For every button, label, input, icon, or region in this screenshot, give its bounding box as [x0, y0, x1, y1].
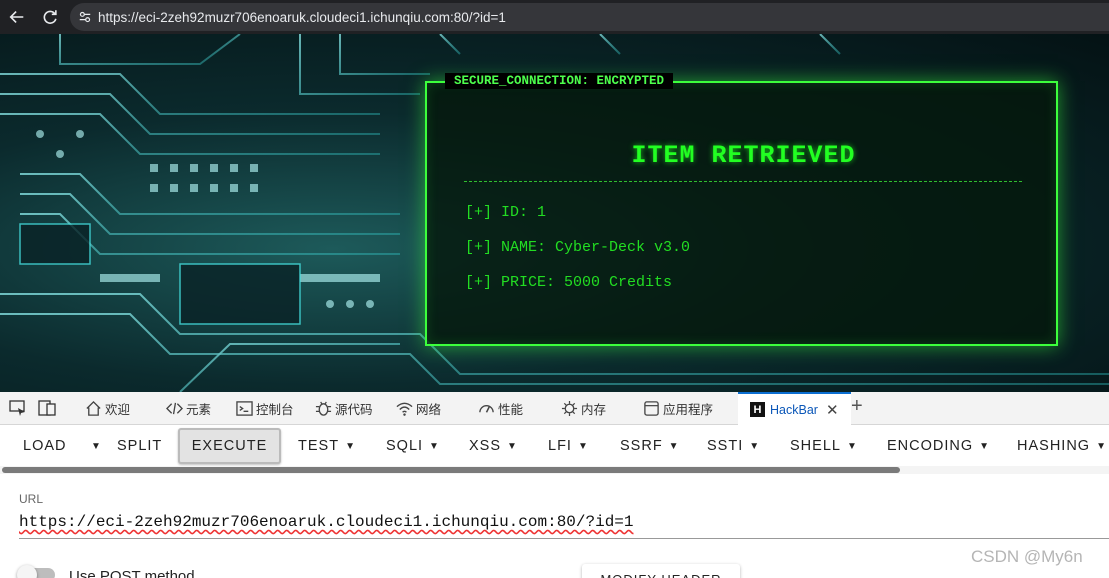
ssti-label: SSTI: [707, 438, 744, 454]
chevron-down-icon: ▼: [507, 440, 518, 452]
code-icon: [166, 402, 183, 415]
item-price-line: [+] PRICE: 5000 Credits: [465, 274, 673, 291]
gauge-icon: [479, 405, 494, 413]
chevron-down-icon: ▼: [979, 440, 991, 452]
tab-welcome[interactable]: 欢迎: [85, 392, 130, 425]
ssrf-label: SSRF: [620, 438, 663, 454]
add-tab-icon[interactable]: +: [851, 395, 863, 418]
xss-label: XSS: [469, 438, 502, 454]
load-dropdown-caret-icon[interactable]: ▼: [85, 428, 102, 464]
item-terminal-panel: SECURE_CONNECTION: ENCRYPTED ITEM RETRIE…: [425, 73, 1058, 346]
csdn-watermark: CSDN @My6n: [971, 547, 1083, 566]
tab-label: 应用程序: [663, 403, 714, 417]
lfi-label: LFI: [548, 438, 572, 454]
ssti-menu-button[interactable]: SSTI ▼: [707, 428, 760, 464]
tab-performance[interactable]: 性能: [478, 392, 523, 425]
chevron-down-icon: ▼: [1096, 440, 1107, 452]
chevron-down-icon: ▼: [668, 440, 680, 452]
application-icon: [644, 401, 659, 416]
tab-application[interactable]: 应用程序: [643, 392, 713, 425]
hashing-label: HASHING: [1017, 438, 1091, 454]
address-bar-url: https://eci-2zeh92muzr706enoaruk.cloudec…: [98, 9, 506, 25]
encoding-label: ENCODING: [887, 438, 974, 454]
page-content: SECURE_CONNECTION: ENCRYPTED ITEM RETRIE…: [0, 34, 1109, 392]
modify-header-button[interactable]: MODIFY HEADER: [582, 564, 740, 578]
tab-label: 网络: [416, 403, 442, 417]
xss-menu-button[interactable]: XSS ▼: [469, 428, 518, 464]
tab-label: 控制台: [256, 403, 294, 417]
browser-toolbar: https://eci-2zeh92muzr706enoaruk.cloudec…: [0, 0, 1109, 34]
devtools-tab-strip: 欢迎 元素 控制台 源代码 网络 性能 内存 应用程序 H HackBar ✕ …: [0, 392, 1109, 425]
url-input-underline: [19, 538, 1109, 539]
chevron-down-icon: ▼: [429, 440, 440, 452]
tab-label: 内存: [581, 403, 607, 417]
address-bar[interactable]: https://eci-2zeh92muzr706enoaruk.cloudec…: [70, 3, 1109, 31]
chevron-down-icon: ▼: [577, 440, 589, 452]
toggle-knob: [17, 565, 37, 578]
url-input[interactable]: https://eci-2zeh92muzr706enoaruk.cloudec…: [19, 513, 634, 531]
item-retrieved-title: ITEM RETRIEVED: [631, 141, 856, 170]
close-tab-icon[interactable]: ✕: [826, 401, 839, 419]
use-post-toggle[interactable]: [17, 565, 55, 578]
tab-network[interactable]: 网络: [396, 392, 441, 425]
tab-memory[interactable]: 内存: [561, 392, 606, 425]
hackbar-toolbar: LOAD ▼ SPLIT EXECUTE TEST ▼ SQLI ▼ XSS ▼ LF…: [0, 426, 1109, 466]
chevron-down-icon: ▼: [749, 440, 761, 452]
lfi-menu-button[interactable]: LFI ▼: [548, 428, 589, 464]
item-name-line: [+] NAME: Cyber-Deck v3.0: [465, 239, 691, 256]
item-id-line: [+] ID: 1: [465, 204, 547, 221]
shell-menu-button[interactable]: SHELL ▼: [790, 428, 858, 464]
tab-console[interactable]: 控制台: [236, 392, 294, 425]
wifi-icon: [396, 402, 413, 416]
tab-label: 源代码: [335, 403, 373, 417]
test-menu-button[interactable]: TEST ▼: [298, 428, 356, 464]
sqli-label: SQLI: [386, 438, 424, 454]
load-button[interactable]: LOAD: [23, 428, 67, 464]
secure-connection-tag: SECURE_CONNECTION: ENCRYPTED: [445, 73, 674, 89]
shell-label: SHELL: [790, 438, 841, 454]
tab-elements[interactable]: 元素: [166, 392, 211, 425]
memory-icon: [561, 400, 578, 417]
inspect-element-icon[interactable]: [9, 400, 27, 416]
site-info-icon[interactable]: [78, 10, 92, 24]
encoding-menu-button[interactable]: ENCODING ▼: [887, 428, 990, 464]
url-input-text: https://eci-2zeh92muzr706enoaruk.cloudec…: [19, 513, 634, 531]
test-label: TEST: [298, 438, 340, 454]
split-button[interactable]: SPLIT: [117, 428, 162, 464]
tab-label: 欢迎: [105, 403, 131, 417]
tab-hackbar[interactable]: H HackBar ✕: [738, 392, 851, 425]
tab-label: 元素: [186, 403, 212, 417]
ssrf-menu-button[interactable]: SSRF ▼: [620, 428, 680, 464]
execute-button[interactable]: EXECUTE: [178, 428, 281, 464]
tab-label: HackBar: [770, 402, 818, 417]
terminal-divider: [464, 181, 1022, 182]
url-field-label: URL: [19, 492, 44, 506]
tab-label: 性能: [498, 403, 524, 417]
sqli-menu-button[interactable]: SQLI ▼: [386, 428, 440, 464]
hashing-menu-button[interactable]: HASHING ▼: [1017, 428, 1107, 464]
chevron-down-icon: ▼: [846, 440, 858, 452]
home-icon: [86, 400, 101, 416]
device-emulation-icon[interactable]: [38, 400, 56, 416]
reload-icon[interactable]: [37, 4, 63, 30]
use-post-label: Use POST method: [69, 568, 195, 578]
tab-sources[interactable]: 源代码: [315, 392, 373, 425]
back-arrow-icon[interactable]: [4, 4, 30, 30]
console-icon: [236, 401, 253, 416]
bug-icon: [315, 401, 332, 416]
chevron-down-icon: ▼: [345, 440, 356, 452]
hackbar-logo-icon: H: [750, 402, 765, 417]
toolbar-scrollbar-thumb[interactable]: [2, 467, 900, 473]
